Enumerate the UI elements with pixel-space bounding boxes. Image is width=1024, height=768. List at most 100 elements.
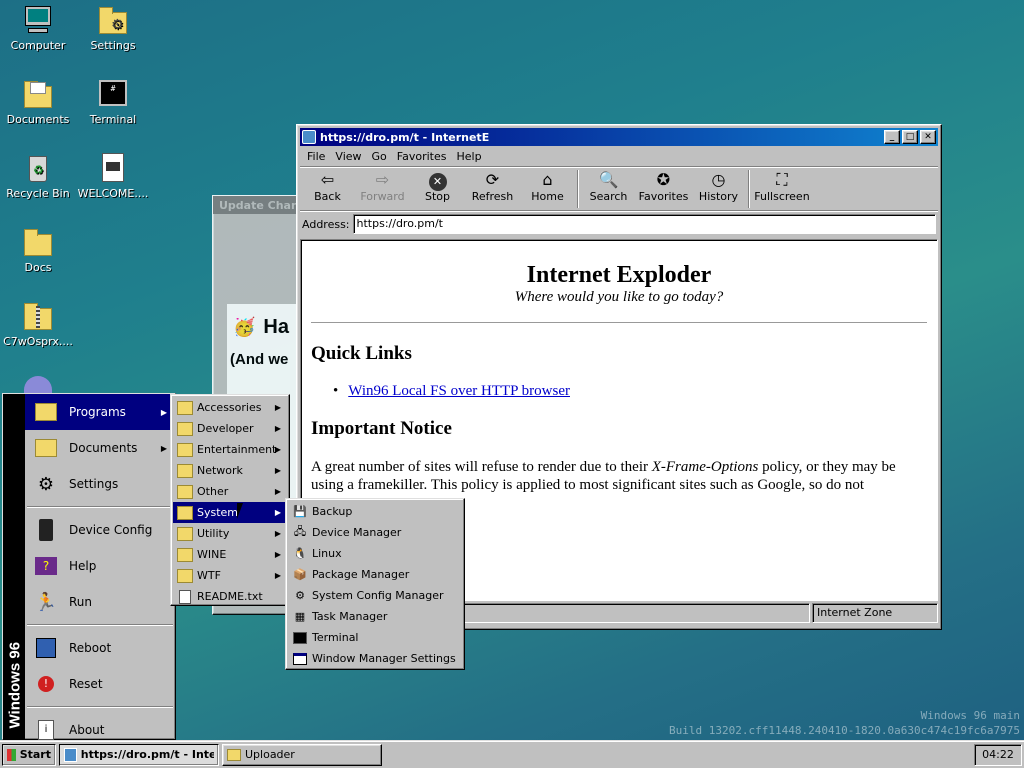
- folder-icon: [177, 400, 193, 416]
- start-item-reset[interactable]: ! Reset: [25, 666, 175, 702]
- system-item-backup[interactable]: 💾 Backup: [288, 501, 462, 522]
- start-menu-brand: Windows 96: [6, 641, 24, 729]
- start-button[interactable]: Start: [2, 743, 56, 766]
- programs-icon: [33, 399, 59, 425]
- system-item-system-config-manager[interactable]: ⚙ System Config Manager: [288, 585, 462, 606]
- update-window-titlebar[interactable]: Update Chan: [213, 196, 307, 214]
- desktop-icon-settings[interactable]: ⚙ Settings: [75, 4, 151, 52]
- close-button[interactable]: ✕: [920, 130, 936, 144]
- desktop-icon-terminal[interactable]: # Terminal: [75, 78, 151, 126]
- maximize-button[interactable]: □: [902, 130, 918, 144]
- menu-file[interactable]: File: [302, 150, 330, 163]
- desktop-icon-recycle-bin[interactable]: ♻ Recycle Bin: [0, 152, 76, 200]
- menu-go[interactable]: Go: [367, 150, 392, 163]
- stop-button[interactable]: ✕ Stop: [410, 170, 465, 203]
- minimize-button[interactable]: _: [884, 130, 900, 144]
- notice-heading: Important Notice: [311, 418, 452, 439]
- programs-item-entertainment[interactable]: Entertainment ▶: [173, 439, 287, 460]
- submenu-arrow-icon: ▶: [160, 407, 167, 417]
- favorites-button[interactable]: ✪ Favorites: [636, 170, 691, 203]
- task-browser[interactable]: https://dro.pm/t - Inte...: [59, 743, 219, 766]
- task-uploader[interactable]: Uploader: [222, 743, 382, 766]
- folder-icon: [177, 442, 193, 458]
- forward-arrow-icon: ⇨: [375, 170, 390, 189]
- search-button[interactable]: 🔍 Search: [581, 170, 636, 203]
- stop-icon: ✕: [410, 170, 465, 191]
- task-label: https://dro.pm/t - Inte...: [80, 748, 214, 761]
- programs-item-wine[interactable]: WINE ▶: [173, 544, 287, 565]
- programs-item-accessories[interactable]: Accessories ▶: [173, 397, 287, 418]
- browser-titlebar[interactable]: https://dro.pm/t - InternetE _ □ ✕: [300, 128, 938, 146]
- computer-icon: [22, 4, 54, 36]
- notice-text: A great number of sites will refuse to r…: [311, 459, 652, 475]
- start-item-reboot[interactable]: Reboot: [25, 630, 175, 666]
- back-button[interactable]: ⇦ Back: [300, 170, 355, 203]
- refresh-button[interactable]: ⟳ Refresh: [465, 170, 520, 203]
- tool-label: Home: [531, 190, 564, 203]
- home-button[interactable]: ⌂ Home: [520, 170, 575, 203]
- address-input[interactable]: https://dro.pm/t: [352, 214, 936, 234]
- programs-item-other[interactable]: Other ▶: [173, 481, 287, 502]
- desktop-icon-label: Terminal: [89, 113, 137, 126]
- linux-penguin-icon: 🐧: [293, 547, 307, 560]
- watermark-line: Build 13202.cff11448.240410-1820.0a630c4…: [669, 724, 1020, 737]
- system-item-window-manager-settings[interactable]: Window Manager Settings: [288, 648, 462, 669]
- start-item-programs[interactable]: Programs ▶: [25, 394, 175, 430]
- taskbar: Start https://dro.pm/t - Inte... Uploade…: [0, 740, 1024, 768]
- terminal-icon: #: [97, 78, 129, 110]
- start-item-run[interactable]: 🏃 Run: [25, 584, 175, 620]
- start-item-settings[interactable]: ⚙ Settings: [25, 466, 175, 502]
- menu-item-label: Device Manager: [312, 526, 402, 539]
- programs-submenu: Accessories ▶ Developer ▶ Entertainment ▶ N…: [170, 394, 290, 606]
- quick-links-heading: Quick Links: [311, 343, 412, 364]
- menu-favorites[interactable]: Favorites: [392, 150, 452, 163]
- start-menu-banner: Windows 96: [3, 394, 25, 739]
- fullscreen-button[interactable]: ⛶ Fullscreen: [752, 170, 812, 203]
- desktop-icon-docs[interactable]: Docs: [0, 226, 76, 274]
- start-item-device-config[interactable]: Device Config: [25, 512, 175, 548]
- menu-item-label: Other: [197, 485, 229, 498]
- desktop-icon-computer[interactable]: Computer: [0, 4, 76, 52]
- menu-view[interactable]: View: [330, 150, 366, 163]
- submenu-arrow-icon: ▶: [274, 487, 281, 496]
- address-value: https://dro.pm/t: [356, 217, 443, 230]
- system-item-linux[interactable]: 🐧 Linux: [288, 543, 462, 564]
- system-item-terminal[interactable]: Terminal: [288, 627, 462, 648]
- desktop-icon-zip[interactable]: C7wOsprx....: [0, 300, 76, 348]
- submenu-arrow-icon: ▶: [274, 466, 281, 475]
- party-face-icon: 🥳: [233, 317, 256, 338]
- tool-label: Stop: [424, 190, 450, 203]
- programs-item-developer[interactable]: Developer ▶: [173, 418, 287, 439]
- system-item-package-manager[interactable]: 📦 Package Manager: [288, 564, 462, 585]
- system-item-task-manager[interactable]: ▦ Task Manager: [288, 606, 462, 627]
- tool-label: Favorites: [638, 190, 689, 203]
- folder-icon: [177, 547, 193, 563]
- desktop-icon-label: Computer: [10, 39, 66, 52]
- system-item-device-manager[interactable]: 🖧 Device Manager: [288, 522, 462, 543]
- reboot-icon: [33, 635, 59, 661]
- desktop-icon-documents[interactable]: Documents: [0, 78, 76, 126]
- desktop-icon-welcome[interactable]: WELCOME....: [75, 152, 151, 200]
- task-manager-icon: ▦: [294, 610, 306, 623]
- programs-item-network[interactable]: Network ▶: [173, 460, 287, 481]
- start-item-help[interactable]: ? Help: [25, 548, 175, 584]
- start-item-documents[interactable]: Documents ▶: [25, 430, 175, 466]
- menu-item-label: WTF: [197, 569, 221, 582]
- start-item-label: Reboot: [69, 641, 112, 655]
- start-item-label: Documents: [69, 441, 138, 455]
- tool-label: Back: [314, 190, 341, 203]
- programs-item-utility[interactable]: Utility ▶: [173, 523, 287, 544]
- programs-item-readme[interactable]: README.txt: [173, 586, 287, 607]
- history-button[interactable]: ◷ History: [691, 170, 746, 203]
- programs-item-system[interactable]: System ▶: [173, 502, 287, 523]
- browser-menubar: File View Go Favorites Help: [300, 146, 938, 166]
- forward-button[interactable]: ⇨ Forward: [355, 170, 410, 203]
- programs-item-wtf[interactable]: WTF ▶: [173, 565, 287, 586]
- menu-item-label: Accessories: [197, 401, 262, 414]
- update-heading: Ha: [263, 316, 289, 338]
- link-win96-fs[interactable]: Win96 Local FS over HTTP browser: [348, 383, 570, 400]
- settings-folder-icon: ⚙: [97, 4, 129, 36]
- system-clock[interactable]: 04:22: [974, 743, 1022, 766]
- menu-help[interactable]: Help: [452, 150, 487, 163]
- status-zone: Internet Zone: [812, 603, 938, 623]
